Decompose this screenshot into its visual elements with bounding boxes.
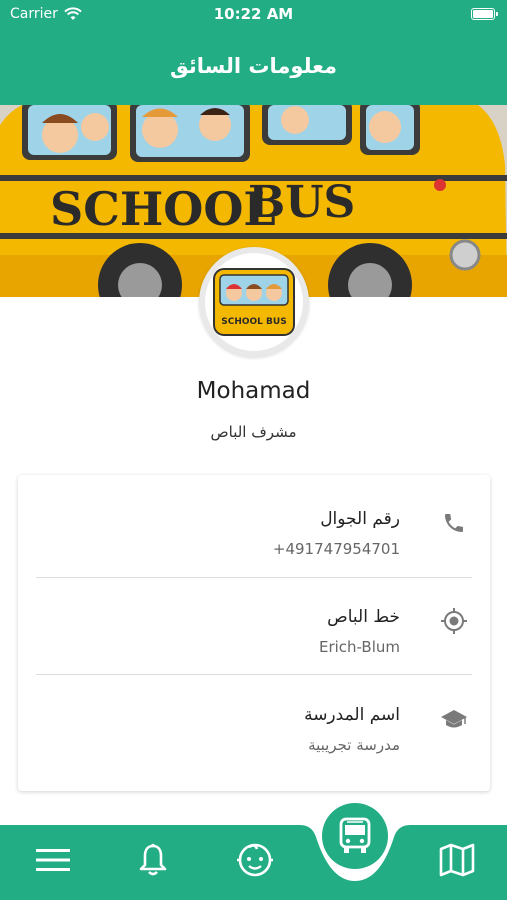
graduation-cap-icon	[440, 705, 468, 733]
bell-icon[interactable]	[128, 835, 178, 885]
page-title: معلومات السائق	[169, 54, 338, 78]
driver-details-card: رقم الجوال +491747954701 خط الباص Erich-…	[18, 475, 490, 791]
bus-icon	[339, 817, 371, 853]
detail-row-bus-route[interactable]: خط الباص Erich-Blum	[36, 573, 472, 671]
detail-label: اسم المدرسة	[304, 705, 400, 725]
avatar-badge-text: SCHOOL BUS	[221, 317, 286, 327]
bus-tab-button[interactable]	[322, 803, 388, 869]
detail-row-school-name[interactable]: اسم المدرسة مدرسة تجريبية	[36, 671, 472, 769]
bus-side-text-bus: BUS	[248, 177, 355, 228]
detail-value: مدرسة تجريبية	[308, 736, 400, 754]
driver-name: Mohamad	[196, 378, 311, 404]
detail-row-phone[interactable]: رقم الجوال +491747954701	[36, 475, 472, 573]
detail-label: خط الباص	[327, 607, 400, 627]
school-bus-logo: SCHOOL BUS	[213, 268, 295, 336]
child-face-icon[interactable]	[230, 835, 280, 885]
status-time: 10:22 AM	[213, 5, 294, 23]
detail-label: رقم الجوال	[320, 509, 400, 529]
battery-icon	[471, 8, 498, 20]
bottom-navigation	[0, 825, 507, 900]
map-icon[interactable]	[432, 835, 482, 885]
bus-side-text-school: SCHOOL	[50, 182, 276, 236]
detail-value: +491747954701	[272, 540, 400, 558]
status-bar: Carrier 10:22 AM	[0, 0, 507, 28]
location-target-icon	[440, 607, 468, 635]
menu-icon[interactable]	[28, 835, 78, 885]
header-bar: Carrier 10:22 AM معلومات السائق	[0, 0, 507, 105]
phone-icon	[440, 509, 468, 537]
profile-avatar: SCHOOL BUS	[199, 247, 309, 357]
driver-role: مشرف الباص	[210, 423, 297, 441]
detail-value: Erich-Blum	[318, 638, 400, 656]
